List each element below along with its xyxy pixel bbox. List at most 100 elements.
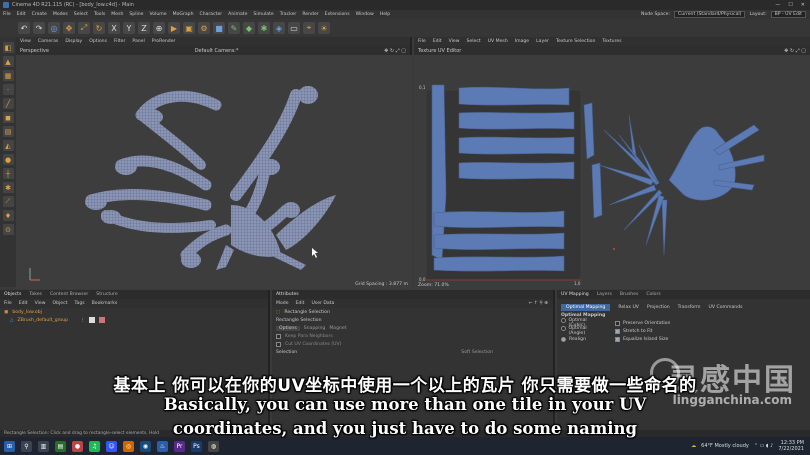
tab-layers[interactable]: Layers [597,292,612,297]
rotate-icon[interactable]: ↻ [93,22,105,34]
menu-tools[interactable]: Tools [94,12,105,17]
uv-canvas[interactable]: 0,1 0,0 1,0 Zoom: 71.0% [414,55,810,289]
viewport-nav-icons[interactable]: ✥ ↻ ⤢ ▢ [384,48,406,54]
start-icon[interactable]: ⊞ [4,440,15,452]
object-row[interactable]: ▣ body_low.obj [0,308,268,316]
option-item[interactable]: Stretch to Fit [615,328,653,334]
coordinate-system-icon[interactable]: ⊕ [153,22,165,34]
subtab-snapping[interactable]: Snapping [304,326,326,331]
menu-window[interactable]: Window [356,12,374,17]
cinema4d-icon[interactable]: ◉ [140,440,151,452]
keep-para-neighbors-checkbox[interactable] [276,333,281,339]
objects-menu-view[interactable]: View [35,301,46,306]
workplane-icon[interactable]: ⟋ [2,196,14,207]
uv-menu-layer[interactable]: Layer [536,39,549,44]
attributes-menu-edit[interactable]: Edit [296,301,305,306]
option-item[interactable]: Equalize Island Size [615,336,668,342]
floor-icon[interactable]: ▭ [288,22,300,34]
menu-create[interactable]: Create [32,12,47,17]
viewport-canvas[interactable]: Grid Spacing : 3.877 m [16,55,412,289]
attributes-menu-mode[interactable]: Mode [276,301,289,306]
menu-mesh[interactable]: Mesh [111,12,123,17]
tab-takes[interactable]: Takes [29,292,42,297]
tab-colors[interactable]: Colors [646,292,660,297]
subtab-magnet[interactable]: Magnet [329,326,346,331]
array-icon[interactable]: ✱ [258,22,270,34]
menu-extensions[interactable]: Extensions [325,12,350,17]
subtab-options[interactable]: Options [276,325,300,331]
obs-icon[interactable]: ◍ [208,440,219,452]
light-icon[interactable]: ☀ [318,22,330,34]
menu-modes[interactable]: Modes [53,12,68,17]
tab-brushes[interactable]: Brushes [620,292,638,297]
task-view-icon[interactable]: ▥ [38,440,49,452]
option-row[interactable]: Cut UV Coordinates (UV) [272,340,553,348]
attributes-nav-icons[interactable]: ← ↑ ⚲ ⊕ [529,301,553,306]
uv-nav-icons[interactable]: ✥ ↻ ⤢ ▢ [784,48,806,54]
uv-menu-edit[interactable]: Edit [433,39,442,44]
object-row[interactable]: △ ZBrush_default_group ⋮ [0,316,268,324]
browser-icon[interactable]: ● [72,440,83,452]
undo-icon[interactable]: ↶ [18,22,30,34]
render-view-icon[interactable]: ▶ [168,22,180,34]
node-space-dropdown[interactable]: Current (Standard/Physical) [674,11,746,18]
object-name[interactable]: ZBrush_default_group [18,318,69,323]
cube-icon[interactable]: ■ [213,22,225,34]
layout-dropdown[interactable]: BP - UV Edit [770,11,806,18]
pen-icon[interactable]: ✎ [228,22,240,34]
preserve-orientation-checkbox[interactable] [615,320,620,326]
subtab-projection[interactable]: Projection [647,305,670,310]
menu-select[interactable]: Select [74,12,88,17]
uv-menu-textures[interactable]: Textures [602,39,621,44]
axis-x-icon[interactable]: X [108,22,120,34]
selection-section[interactable]: Selection [276,350,297,355]
menu-animate[interactable]: Animate [228,12,247,17]
cut-uv-coordinates-checkbox[interactable] [276,341,281,347]
tab-structure[interactable]: Structure [96,292,117,297]
steam-icon[interactable]: ♨ [157,440,168,452]
realign-radio[interactable] [561,336,566,342]
menu-help[interactable]: Help [380,12,390,17]
equalize-island-size-checkbox[interactable] [615,336,620,342]
photoshop-icon[interactable]: Ps [191,440,202,452]
subtab-uv-commands[interactable]: UV Commands [709,305,743,310]
make-editable-icon[interactable]: ◧ [2,42,14,53]
axis-y-icon[interactable]: Y [123,22,135,34]
file-explorer-icon[interactable]: ▤ [55,440,66,452]
tab-content-browser[interactable]: Content Browser [50,292,88,297]
menu-file[interactable]: File [3,12,11,17]
uv-menu-file[interactable]: File [418,39,426,44]
menu-render[interactable]: Render [302,12,318,17]
viewport-menu-display[interactable]: Display [65,39,82,44]
deformer-icon[interactable]: ◈ [273,22,285,34]
model-mode-icon[interactable]: ▲ [2,56,14,67]
move-icon[interactable]: ✥ [63,22,75,34]
solo-icon[interactable]: ⊙ [2,224,14,235]
option-item[interactable]: Realign [561,336,599,342]
camera-icon[interactable]: ⌖ [303,22,315,34]
subtab-optimal-mapping[interactable]: Optimal Mapping [561,303,611,311]
blender-icon[interactable]: ◎ [123,440,134,452]
redo-icon[interactable]: ↷ [33,22,45,34]
discord-icon[interactable]: ☺ [106,440,117,452]
uv-menu-texture-selection[interactable]: Texture Selection [556,39,595,44]
scale-icon[interactable]: ⤢ [78,22,90,34]
edges-mode-icon[interactable]: ╱ [2,98,14,109]
tab-uv-mapping[interactable]: UV Mapping [561,292,589,297]
search-icon[interactable]: ⚲ [21,440,32,452]
menu-tracker[interactable]: Tracker [280,12,297,17]
viewport-menu-view[interactable]: View [20,39,31,44]
subtab-transform[interactable]: Transform [678,305,701,310]
weather-text[interactable]: 64°F Mostly cloudy [701,443,749,449]
locked-workplane-icon[interactable]: ♦ [2,210,14,221]
uv-polygons-icon[interactable]: ◭ [2,140,14,151]
uv-points-icon[interactable]: ▤ [2,126,14,137]
tab-objects[interactable]: Objects [4,292,21,297]
stretch-to-fit-checkbox[interactable] [615,328,620,334]
visibility-dots-icon[interactable]: ⋮ [80,318,85,323]
uv-menu-uvmesh[interactable]: UV Mesh [488,39,508,44]
viewport-menu-filter[interactable]: Filter [114,39,125,44]
points-mode-icon[interactable]: · [2,84,14,95]
uvw-tag-icon[interactable] [98,317,105,323]
subtab-relax-uv[interactable]: Relax UV [618,305,639,310]
